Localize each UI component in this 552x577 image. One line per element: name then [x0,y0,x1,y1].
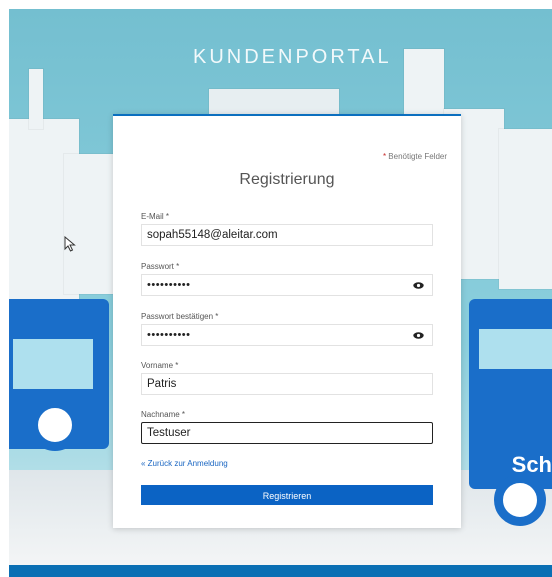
lastname-label: Nachname * [141,410,186,419]
password-confirm-label: Passwort bestätigen * [141,312,219,321]
bus-window [13,339,93,389]
email-field[interactable]: sopah55148@aleitar.com [141,224,433,246]
password-confirm-value: •••••••••• [147,329,191,341]
bus-lettering: Sch [511,452,552,477]
email-label: E-Mail * [141,212,170,221]
password-value: •••••••••• [147,279,191,291]
bus-wheel [29,399,81,451]
lastname-field[interactable]: Testuser [141,422,433,444]
eye-icon[interactable] [404,275,432,295]
password-confirm-field[interactable]: •••••••••• [141,324,433,346]
portal-title: KUNDENPORTAL [193,46,392,68]
paper-building [499,129,552,289]
firstname-field[interactable]: Patris [141,373,433,395]
required-fields-text: Benötigte Felder [388,152,447,161]
register-button[interactable]: Registrieren [141,485,433,505]
bottom-bar [9,565,552,577]
required-star: * [382,152,387,161]
bus-window [479,329,552,369]
registration-form: * Benötigte Felder Registrierung E-Mail … [113,114,461,528]
email-value: sopah55148@aleitar.com [147,229,278,241]
firstname-label: Vorname * [141,361,179,370]
password-label: Passwort * [141,262,180,271]
form-title: Registrierung [239,171,335,188]
eye-icon[interactable] [404,325,432,345]
paper-spire [29,69,43,129]
password-field[interactable]: •••••••••• [141,274,433,296]
mouse-cursor-icon [64,236,76,252]
lastname-value: Testuser [147,427,191,439]
back-to-login-link[interactable]: « Zurück zur Anmeldung [141,459,228,468]
firstname-value: Patris [147,378,177,390]
required-fields-note: * Benötigte Felder [383,152,447,161]
bus-wheel [494,474,546,526]
